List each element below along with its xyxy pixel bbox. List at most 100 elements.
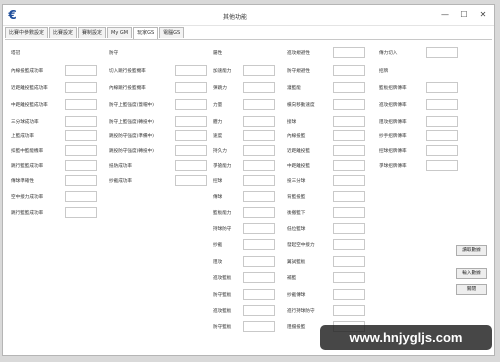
col3-field[interactable] bbox=[243, 305, 275, 316]
col4-label: 內線投籃 bbox=[287, 134, 306, 139]
col2-field[interactable] bbox=[175, 99, 207, 110]
col1-field[interactable] bbox=[65, 99, 97, 110]
col3-field[interactable] bbox=[243, 145, 275, 156]
col1-label: 空中接力成功率 bbox=[11, 195, 44, 200]
col1-label: 三分球成功率 bbox=[11, 120, 39, 125]
col4-field[interactable] bbox=[333, 289, 365, 300]
col1-header: 塔冠 bbox=[11, 51, 21, 56]
col3-label: 速度 bbox=[213, 134, 223, 139]
col4-field[interactable] bbox=[333, 130, 365, 141]
col1-field[interactable] bbox=[65, 160, 97, 171]
col5-field[interactable] bbox=[426, 47, 458, 58]
col4-label: 進攻規避性 bbox=[287, 51, 310, 56]
col1-field[interactable] bbox=[65, 191, 97, 202]
col1-field[interactable] bbox=[65, 116, 97, 127]
col4-label: 近距離投籃 bbox=[287, 149, 310, 154]
col4-field[interactable] bbox=[333, 47, 365, 58]
tab-player-gs[interactable]: 玩家GS bbox=[133, 27, 159, 39]
col2-field[interactable] bbox=[175, 130, 207, 141]
col4-field[interactable] bbox=[333, 272, 365, 283]
col5-field[interactable] bbox=[426, 116, 458, 127]
col2-field[interactable] bbox=[175, 160, 207, 171]
col3-label: 持球防守 bbox=[213, 227, 232, 232]
col2-label: 防守上籃強度(轉投中) bbox=[109, 120, 154, 125]
col3-field[interactable] bbox=[243, 223, 275, 234]
read-data-button[interactable]: 讀取數據 bbox=[456, 245, 487, 256]
col3-field[interactable] bbox=[243, 191, 275, 202]
col2-label: 切入跳行投籃機率 bbox=[109, 69, 146, 74]
col4-field[interactable] bbox=[333, 160, 365, 171]
close-icon[interactable]: ✕ bbox=[477, 9, 489, 20]
col3-label: 體力 bbox=[213, 120, 223, 125]
col4-field[interactable] bbox=[333, 145, 365, 156]
col3-field[interactable] bbox=[243, 130, 275, 141]
col1-label: 中距離投籃成功率 bbox=[11, 103, 48, 108]
col5-field[interactable] bbox=[426, 130, 458, 141]
col4-field[interactable] bbox=[333, 116, 365, 127]
col5-field[interactable] bbox=[426, 99, 458, 110]
col3-field[interactable] bbox=[243, 99, 275, 110]
col1-field[interactable] bbox=[65, 130, 97, 141]
col3-field[interactable] bbox=[243, 116, 275, 127]
col1-field[interactable] bbox=[65, 145, 97, 156]
col2-field[interactable] bbox=[175, 82, 207, 93]
col3-field[interactable] bbox=[243, 239, 275, 250]
write-data-button[interactable]: 輸入數據 bbox=[456, 268, 487, 279]
maximize-icon[interactable]: ☐ bbox=[458, 9, 470, 20]
col4-field[interactable] bbox=[333, 305, 365, 316]
col2-field[interactable] bbox=[175, 116, 207, 127]
col3-field[interactable] bbox=[243, 207, 275, 218]
col1-label: 跳行籃籃成功率 bbox=[11, 211, 44, 216]
col1-field[interactable] bbox=[65, 207, 97, 218]
col1-field[interactable] bbox=[65, 65, 97, 76]
col4-field[interactable] bbox=[333, 256, 365, 267]
tab-format-settings[interactable]: 賽制設定 bbox=[78, 27, 107, 38]
col4-field[interactable] bbox=[333, 99, 365, 110]
col3-field[interactable] bbox=[243, 256, 275, 267]
col2-field[interactable] bbox=[175, 65, 207, 76]
col3-label: 籃板能力 bbox=[213, 211, 232, 216]
col4-label: 接球 bbox=[287, 120, 297, 125]
close-button[interactable]: 關閉 bbox=[456, 284, 487, 295]
tab-cpu-gs[interactable]: 電腦GS bbox=[159, 27, 185, 38]
col4-field[interactable] bbox=[333, 175, 365, 186]
col2-label: 內線跳行投籃機率 bbox=[109, 86, 146, 91]
col5-field[interactable] bbox=[426, 82, 458, 93]
col4-field[interactable] bbox=[333, 207, 365, 218]
settings-panel: 塔冠 內線投籃成功率 近距離投籃成功率 中距離投籃成功率 三分球成功率 上籃成功… bbox=[5, 39, 492, 353]
col4-label: 補籃 bbox=[287, 276, 297, 281]
col3-field[interactable] bbox=[243, 65, 275, 76]
col4-field[interactable] bbox=[333, 223, 365, 234]
tab-my-gm[interactable]: My GM bbox=[107, 27, 133, 38]
col2-field[interactable] bbox=[175, 145, 207, 156]
col3-field[interactable] bbox=[243, 175, 275, 186]
col1-label: 近距離投籃成功率 bbox=[11, 86, 48, 91]
col2-label: 防守上籃強度(蓋帽中) bbox=[109, 103, 154, 108]
col4-field[interactable] bbox=[333, 65, 365, 76]
minimize-icon[interactable]: — bbox=[439, 9, 451, 20]
col1-field[interactable] bbox=[65, 175, 97, 186]
col4-field[interactable] bbox=[333, 82, 365, 93]
col3-label: 阻攻 bbox=[213, 260, 223, 265]
tab-game-params[interactable]: 比賽中參數設定 bbox=[5, 27, 49, 38]
col3-field[interactable] bbox=[243, 82, 275, 93]
col4-field[interactable] bbox=[333, 191, 365, 202]
tab-game-settings[interactable]: 比賽設定 bbox=[49, 27, 78, 38]
col5-field[interactable] bbox=[426, 145, 458, 156]
col2-field[interactable] bbox=[175, 175, 207, 186]
col3-field[interactable] bbox=[243, 160, 275, 171]
col3-field[interactable] bbox=[243, 321, 275, 332]
col1-label: 傳球準確性 bbox=[11, 179, 34, 184]
watermark-banner: www.hnjygljs.com bbox=[320, 325, 492, 350]
col3-label: 彈跳力 bbox=[213, 86, 227, 91]
col3-field[interactable] bbox=[243, 272, 275, 283]
col1-label: 內線投籃成功率 bbox=[11, 69, 44, 74]
col3-label: 防守籃板 bbox=[213, 325, 232, 330]
col5-label: 爭球招牌傳率 bbox=[379, 164, 407, 169]
col3-field[interactable] bbox=[243, 289, 275, 300]
col5-label: 阻攻招牌傳率 bbox=[379, 120, 407, 125]
col1-field[interactable] bbox=[65, 82, 97, 93]
col1-label: 上籃成功率 bbox=[11, 134, 34, 139]
col4-field[interactable] bbox=[333, 239, 365, 250]
col5-field[interactable] bbox=[426, 160, 458, 171]
